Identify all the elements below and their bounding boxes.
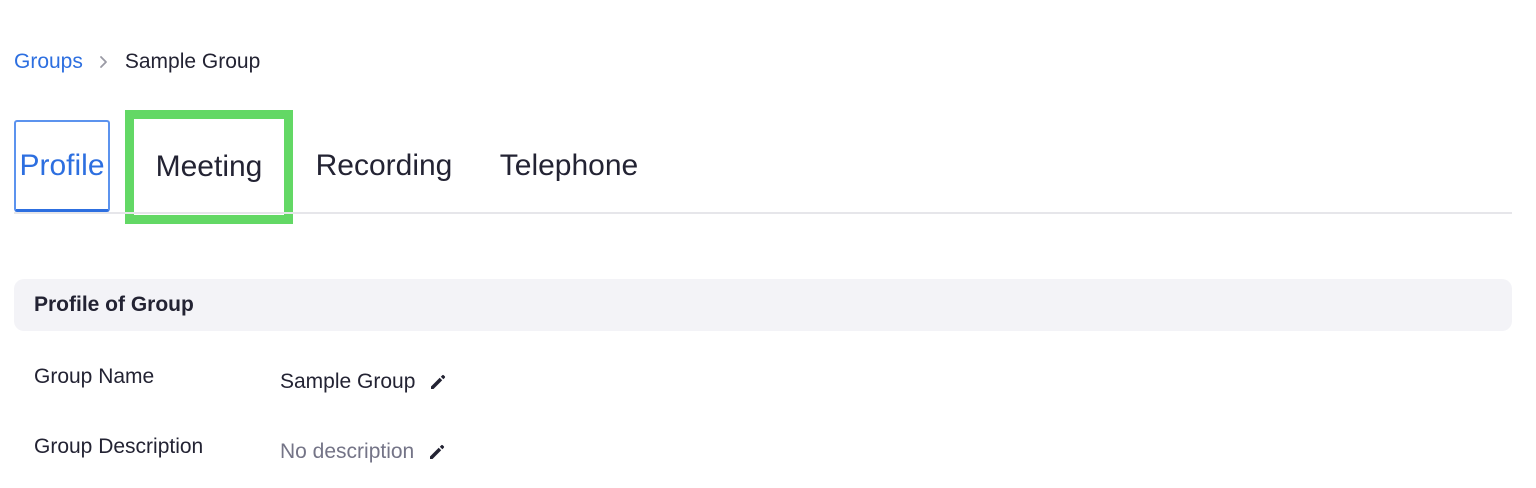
tab-meeting[interactable]: Meeting xyxy=(125,110,293,224)
pencil-icon[interactable] xyxy=(426,441,448,463)
tab-bar: Profile Meeting Recording Telephone xyxy=(14,110,1512,224)
breadcrumb-current: Sample Group xyxy=(124,50,261,73)
group-name-label: Group Name xyxy=(34,365,155,388)
chevron-right-icon xyxy=(99,55,109,69)
breadcrumb: Groups Sample Group xyxy=(14,48,260,76)
tab-telephone[interactable]: Telephone xyxy=(496,120,642,212)
section-title: Profile of Group xyxy=(34,293,194,316)
group-description-label: Group Description xyxy=(34,435,204,458)
group-description-value: No description xyxy=(280,440,415,463)
section-header: Profile of Group xyxy=(14,279,1512,331)
group-name-value: Sample Group xyxy=(280,370,416,393)
tab-profile[interactable]: Profile xyxy=(14,120,110,212)
pencil-icon[interactable] xyxy=(427,371,449,393)
tab-recording[interactable]: Recording xyxy=(314,120,454,212)
breadcrumb-groups-link[interactable]: Groups xyxy=(14,50,83,74)
tab-divider xyxy=(14,212,1512,214)
group-name-row: Group Name Sample Group xyxy=(34,362,449,402)
group-description-row: Group Description No description xyxy=(34,432,448,472)
